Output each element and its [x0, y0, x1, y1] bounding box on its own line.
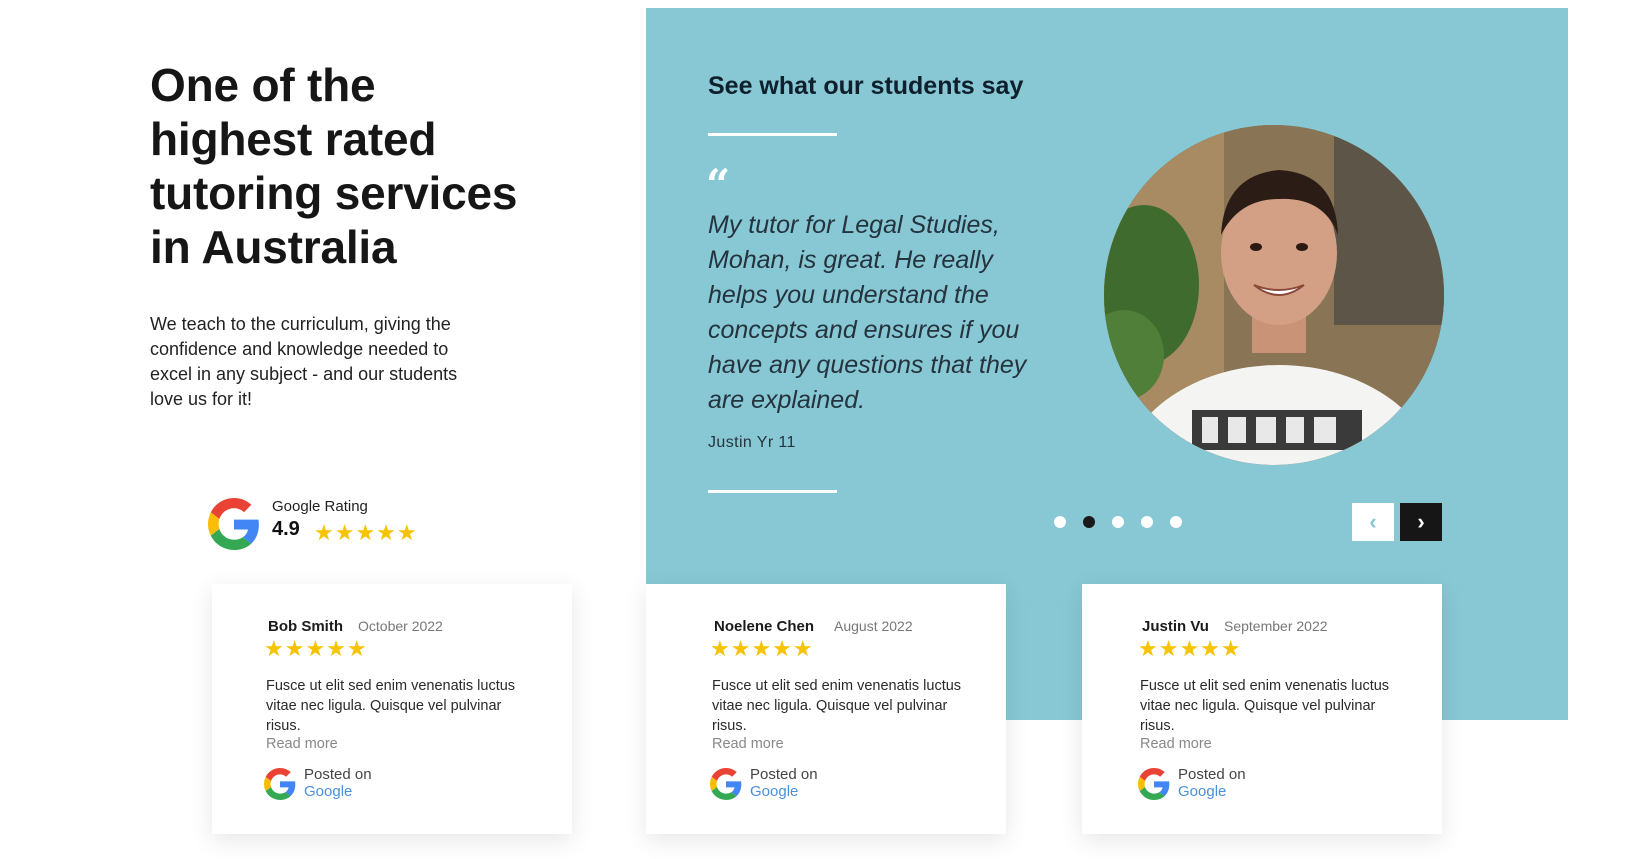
- carousel-dot[interactable]: [1170, 516, 1182, 528]
- google-g-icon: [710, 768, 742, 800]
- testimonial-section-title: See what our students say: [708, 72, 1024, 100]
- testimonial-quote: My tutor for Legal Studies, Mohan, is gr…: [708, 211, 1027, 414]
- carousel-dot[interactable]: [1054, 516, 1066, 528]
- read-more-link[interactable]: Read more: [266, 736, 338, 752]
- read-more-link[interactable]: Read more: [712, 736, 784, 752]
- google-rating-badge: Google Rating 4.9 ★★★★★: [208, 496, 438, 552]
- carousel-next-button[interactable]: ›: [1400, 503, 1442, 541]
- review-text: Fusce ut elit sed enim venenatis luctus …: [1140, 678, 1390, 734]
- google-rating-label: Google Rating: [272, 498, 368, 515]
- review-text: Fusce ut elit sed enim venenatis luctus …: [266, 678, 516, 734]
- student-portrait-image: [1104, 125, 1444, 465]
- google-g-icon: [208, 498, 259, 550]
- posted-on-text: Posted on: [750, 766, 818, 783]
- reviewer-name: Bob Smith: [268, 618, 343, 635]
- reviewer-name: Justin Vu: [1142, 618, 1209, 635]
- google-link[interactable]: Google: [304, 783, 372, 800]
- review-date: October 2022: [358, 618, 443, 634]
- posted-on-label: Posted on Google: [304, 766, 372, 800]
- posted-on-label: Posted on Google: [1178, 766, 1246, 800]
- carousel-dot[interactable]: [1112, 516, 1124, 528]
- chevron-left-icon: ‹: [1369, 509, 1377, 534]
- google-link[interactable]: Google: [1178, 783, 1246, 800]
- review-stars: ★★★★★: [1138, 636, 1242, 661]
- posted-on-label: Posted on Google: [750, 766, 818, 800]
- google-g-icon: [1138, 768, 1170, 800]
- review-text: Fusce ut elit sed enim venenatis luctus …: [712, 678, 962, 734]
- title-divider: [708, 133, 837, 136]
- review-card: Noelene Chen August 2022 ★★★★★ Fusce ut …: [646, 584, 1006, 834]
- posted-on-text: Posted on: [1178, 766, 1246, 783]
- google-rating-score: 4.9: [272, 518, 300, 540]
- read-more-link[interactable]: Read more: [1140, 736, 1212, 752]
- chevron-right-icon: ›: [1417, 509, 1425, 534]
- review-date: August 2022: [834, 618, 913, 634]
- student-photo: [1104, 125, 1444, 465]
- google-g-icon: [264, 768, 296, 800]
- intro-paragraph: We teach to the curriculum, giving the c…: [150, 314, 458, 409]
- review-stars: ★★★★★: [710, 636, 814, 661]
- google-rating-stars: ★★★★★: [314, 520, 418, 545]
- testimonial-author: Justin Yr 11: [708, 434, 796, 451]
- review-date: September 2022: [1224, 618, 1328, 634]
- carousel-dot[interactable]: [1083, 516, 1095, 528]
- reviewer-name: Noelene Chen: [714, 618, 815, 635]
- review-stars: ★★★★★: [264, 636, 368, 661]
- carousel-prev-button[interactable]: ‹: [1352, 503, 1394, 541]
- page-headline: One of the highest rated tutoring servic…: [150, 59, 518, 273]
- quote-divider: [708, 490, 837, 493]
- google-link[interactable]: Google: [750, 783, 818, 800]
- review-card: Justin Vu September 2022 ★★★★★ Fusce ut …: [1082, 584, 1442, 834]
- posted-on-text: Posted on: [304, 766, 372, 783]
- quote-mark-icon: “: [706, 160, 731, 209]
- carousel-dot[interactable]: [1141, 516, 1153, 528]
- review-card: Bob Smith October 2022 ★★★★★ Fusce ut el…: [212, 584, 572, 834]
